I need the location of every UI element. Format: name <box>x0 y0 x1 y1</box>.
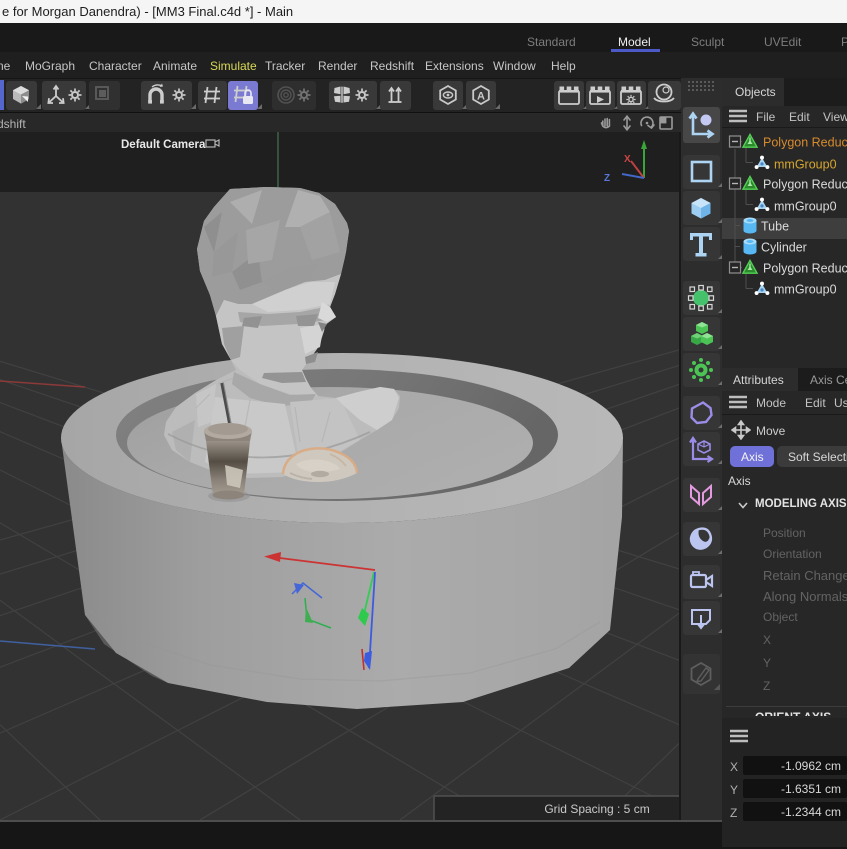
svg-text:Default Camera: Default Camera <box>121 139 206 151</box>
svg-text:Z: Z <box>604 173 610 184</box>
svg-text:X: X <box>624 154 631 165</box>
svg-text:mmGroup0: mmGroup0 <box>774 283 837 297</box>
svg-text:mmGroup0: mmGroup0 <box>774 158 837 172</box>
svg-text:Polygon Reductio: Polygon Reductio <box>763 262 847 276</box>
svg-text:Polygon Reductio: Polygon Reductio <box>763 178 847 192</box>
svg-text:Cylinder: Cylinder <box>761 241 807 255</box>
svg-text:Tube: Tube <box>761 220 789 234</box>
svg-text:mmGroup0: mmGroup0 <box>774 200 837 214</box>
svg-text:Polygon Reductio: Polygon Reductio <box>763 136 847 150</box>
svg-text:A: A <box>477 91 485 103</box>
svg-text:Grid Spacing : 5 cm: Grid Spacing : 5 cm <box>544 802 649 816</box>
